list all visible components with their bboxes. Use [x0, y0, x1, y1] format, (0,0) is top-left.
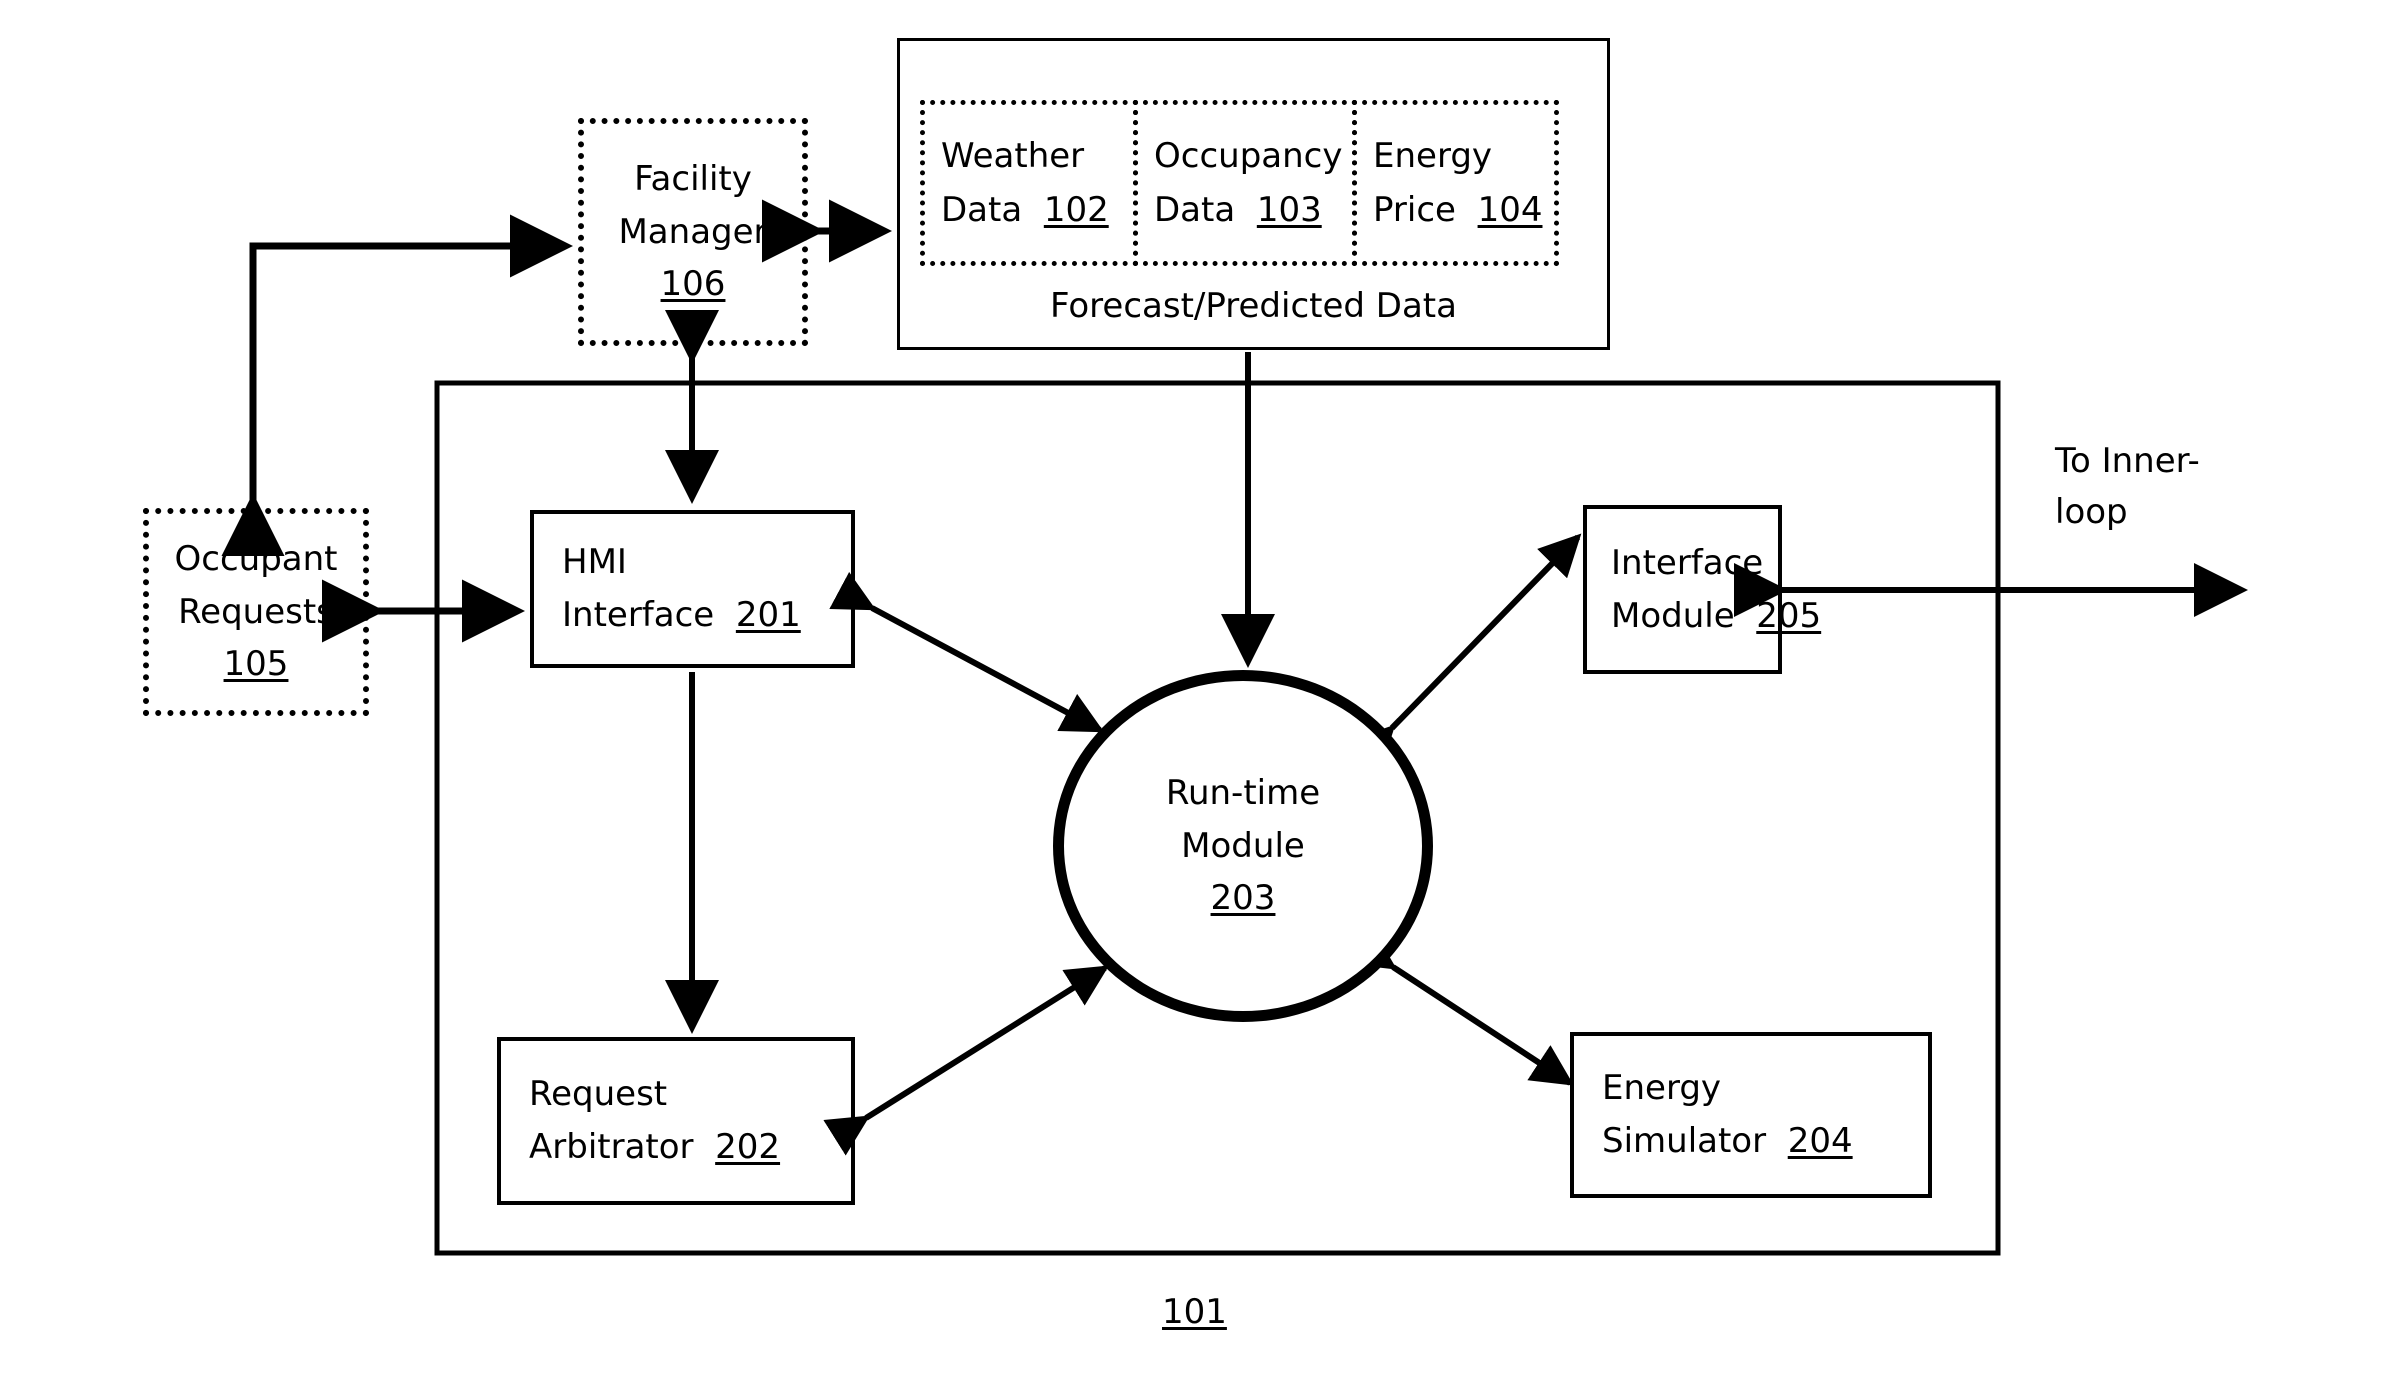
interface-module-node[interactable]: Interface Module 205: [1583, 505, 1821, 674]
occupant-requests-node[interactable]: Occupant Requests 105: [143, 508, 369, 716]
energy-simulator-node[interactable]: Energy Simulator 204: [1570, 1032, 1932, 1198]
energy-price-line1: Energy: [1373, 135, 1493, 176]
energy-simulator-label2: Simulator: [1602, 1121, 1767, 1161]
facility-manager-line1: Facility: [634, 158, 752, 199]
wire-request-arbitrator-to-run-time-module: [823, 965, 1110, 1156]
hmi-interface-line1: HMI: [562, 542, 627, 583]
facility-manager-line2: Manager: [618, 211, 768, 252]
hmi-interface-line2: Interface 201: [562, 589, 801, 642]
occupancy-data-cell[interactable]: Occupancy Data 103: [1133, 100, 1357, 266]
run-time-module-line2: Module: [1181, 825, 1305, 866]
occupant-requests-line1: Occupant: [174, 538, 338, 579]
request-arbitrator-line1: Request: [529, 1074, 668, 1115]
inner-loop-note-text: To Inner-loop: [2055, 441, 2200, 532]
run-time-module-node[interactable]: Run-time Module 203: [1053, 670, 1433, 1022]
forecast-group-caption: Forecast/Predicted Data: [1050, 286, 1457, 327]
energy-price-line2: Price 104: [1373, 183, 1554, 237]
weather-data-line2: Data 102: [941, 183, 1133, 237]
interface-module-line2: Module 205: [1611, 590, 1821, 643]
occupancy-data-label2: Data: [1154, 190, 1236, 230]
weather-data-line1: Weather: [941, 135, 1085, 176]
weather-data-label2: Data: [941, 190, 1023, 230]
run-time-module-line1: Run-time: [1165, 772, 1321, 813]
energy-price-ref: 104: [1477, 190, 1543, 230]
request-arbitrator-node[interactable]: Request Arbitrator 202: [497, 1037, 855, 1205]
patent-figure: Forecast/Predicted Data Weather Data 102…: [0, 0, 2393, 1391]
weather-data-cell[interactable]: Weather Data 102: [920, 100, 1138, 266]
interface-module-label2: Module: [1611, 595, 1735, 636]
facility-manager-ref: 106: [660, 264, 726, 305]
hmi-interface-ref: 201: [735, 595, 801, 635]
hmi-interface-node[interactable]: HMI Interface 201: [530, 510, 855, 668]
energy-simulator-line1: Energy: [1602, 1068, 1722, 1109]
energy-simulator-ref: 204: [1787, 1121, 1853, 1161]
wire-hmi-to-run-time-module: [829, 571, 1105, 733]
interface-module-ref: 205: [1756, 595, 1822, 636]
figure-label-text: 101: [1162, 1292, 1227, 1332]
energy-price-label2: Price: [1373, 190, 1456, 230]
hmi-interface-label2: Interface: [562, 595, 715, 635]
run-time-module-ref: 203: [1210, 878, 1276, 919]
wire-run-time-module-to-interface-module: [1351, 533, 1582, 770]
wire-occupant-to-facility-manager: [221, 214, 573, 556]
wire-run-time-module-to-energy-simulator: [1350, 929, 1575, 1086]
request-arbitrator-ref: 202: [715, 1127, 781, 1167]
request-arbitrator-line2: Arbitrator 202: [529, 1121, 780, 1174]
occupancy-data-line1: Occupancy: [1154, 135, 1343, 176]
occupancy-data-ref: 103: [1256, 190, 1322, 230]
weather-data-ref: 102: [1043, 190, 1109, 230]
facility-manager-node[interactable]: Facility Manager 106: [578, 118, 808, 346]
energy-simulator-line2: Simulator 204: [1602, 1115, 1853, 1168]
occupancy-data-line2: Data 103: [1154, 183, 1352, 237]
forecast-data-cells: Weather Data 102 Occupancy Data 103 Ener…: [920, 100, 1564, 266]
occupant-requests-line2: Requests: [178, 591, 334, 632]
inner-loop-note: To Inner-loop: [2055, 436, 2255, 538]
request-arbitrator-label2: Arbitrator: [529, 1127, 694, 1167]
energy-price-cell[interactable]: Energy Price 104: [1352, 100, 1559, 266]
figure-label: 101: [1162, 1287, 1227, 1338]
interface-module-line1: Interface: [1611, 542, 1764, 583]
occupant-requests-ref: 105: [223, 644, 289, 685]
